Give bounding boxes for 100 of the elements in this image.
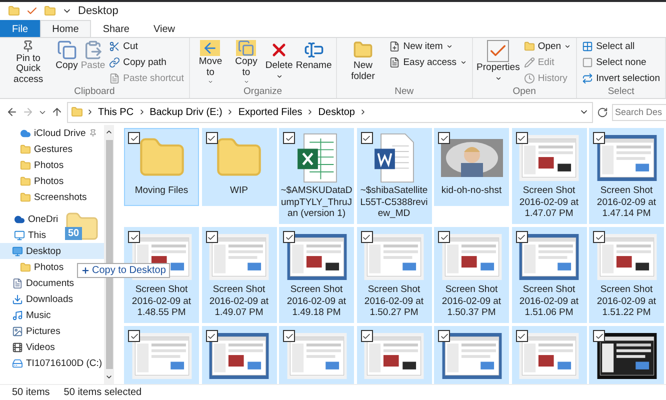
checkbox[interactable] — [128, 330, 140, 342]
checkbox[interactable] — [438, 132, 450, 144]
properties-icon[interactable] — [26, 5, 38, 17]
file-tile[interactable] — [124, 326, 199, 384]
nav-item[interactable]: Screenshots — [0, 189, 90, 205]
pin-icon — [88, 129, 97, 137]
ribbon-button[interactable]: Delete — [264, 39, 294, 86]
ribbon-button[interactable]: Select all — [580, 39, 662, 54]
search-field[interactable]: Search Des — [612, 104, 666, 120]
ribbon-button[interactable]: New folder — [340, 39, 386, 86]
file-tile[interactable]: Screen Shot 2016-02-09 at 1.49.07 PM — [202, 227, 276, 322]
status-text: 50 items selected — [64, 387, 142, 398]
refresh-button[interactable] — [597, 106, 608, 118]
file-tile[interactable] — [356, 326, 432, 384]
nav-item[interactable]: OneDri — [0, 211, 62, 227]
checkbox[interactable] — [128, 132, 140, 144]
address-bar[interactable]: This PC Backup Driv (E:) Exported Files Desktop — [67, 102, 593, 122]
ribbon-button[interactable]: Open — [522, 39, 574, 54]
checkbox[interactable] — [360, 132, 372, 144]
file-tile[interactable]: Screen Shot 2016-02-09 at 1.50.37 PM — [434, 227, 509, 322]
ribbon-button[interactable]: Rename — [294, 39, 333, 86]
nav-item[interactable]: Music — [0, 307, 54, 323]
chevron-icon — [86, 108, 94, 116]
ribbon-button[interactable]: Move to — [192, 39, 228, 86]
nav-item[interactable]: This — [0, 227, 49, 243]
checkmark-icon — [130, 134, 138, 142]
cloud-icon — [14, 214, 25, 224]
file-tile[interactable]: Screen Shot 2016-02-09 at 1.50.27 PM — [356, 227, 432, 322]
checkbox[interactable] — [128, 231, 140, 243]
file-tile[interactable]: Screen Shot 2016-02-09 at 1.51.22 PM — [589, 227, 664, 322]
checkmark-icon — [130, 332, 138, 340]
nav-item[interactable]: Photos — [0, 157, 67, 173]
ribbon-tab[interactable]: Home — [40, 20, 91, 37]
folder-icon — [20, 192, 31, 202]
nav-item[interactable]: iCloud Drive — [0, 125, 100, 141]
folder-icon — [71, 106, 83, 118]
file-tile[interactable]: Moving Files — [124, 128, 199, 206]
ribbon-button[interactable]: Cut — [107, 39, 186, 54]
folder-icon — [20, 176, 31, 186]
checkbox[interactable] — [438, 231, 450, 243]
file-tile[interactable] — [434, 326, 509, 384]
breadcrumb[interactable]: Backup Driv (E:) — [148, 106, 224, 118]
file-tile[interactable] — [279, 326, 354, 384]
download-icon — [12, 294, 23, 304]
checkmark-icon — [594, 134, 604, 142]
file-tile[interactable]: WIP — [202, 128, 276, 206]
up-button[interactable] — [51, 106, 63, 118]
film-icon — [12, 342, 23, 352]
checkmark-icon — [362, 134, 371, 142]
checkbox[interactable] — [283, 330, 295, 342]
nav-item[interactable]: Photos — [0, 173, 67, 189]
checkbox[interactable] — [438, 330, 450, 342]
nav-item[interactable]: Documents — [0, 275, 78, 291]
nav-item[interactable]: TI10716100D (C:) — [0, 355, 106, 371]
ribbon-button[interactable]: Invert selection — [580, 71, 662, 86]
checkbox[interactable] — [360, 231, 372, 243]
nav-item[interactable]: Desktop — [0, 243, 104, 259]
ribbon-button[interactable]: Select none — [580, 55, 662, 70]
ribbon-button[interactable]: Easy access — [387, 55, 469, 70]
ribbon-button[interactable]: Pin to Quick access — [3, 39, 54, 86]
breadcrumb[interactable]: Desktop — [317, 106, 356, 118]
file-tile[interactable]: ~$AMSKUDataDumpTYLY_ThruJan (version 1) — [279, 128, 354, 224]
checkbox[interactable] — [593, 231, 605, 243]
checkbox[interactable] — [593, 330, 605, 342]
checkbox[interactable] — [283, 132, 295, 144]
breadcrumb[interactable]: This PC — [97, 106, 135, 118]
ribbon-button[interactable]: Copy path — [107, 55, 186, 70]
file-tile[interactable]: Screen Shot 2016-02-09 at 1.47.14 PM — [589, 128, 664, 224]
file-tile[interactable]: Screen Shot 2016-02-09 at 1.49.18 PM — [279, 227, 354, 322]
file-menu-tab[interactable]: File — [0, 20, 40, 37]
checkbox[interactable] — [593, 132, 605, 144]
file-tile[interactable]: Screen Shot 2016-02-09 at 1.51.06 PM — [512, 227, 586, 322]
ribbon-button[interactable]: Copy to — [229, 39, 264, 86]
ribbon-button[interactable]: Properties — [476, 39, 521, 86]
checkbox[interactable] — [360, 330, 372, 342]
ribbon-tab[interactable]: View — [142, 20, 187, 37]
checkbox[interactable] — [516, 330, 528, 342]
checkbox[interactable] — [283, 231, 295, 243]
ribbon-tab[interactable]: Share — [90, 20, 142, 37]
ribbon-button[interactable]: Copy — [54, 39, 79, 86]
file-tile[interactable] — [589, 326, 664, 384]
checkbox[interactable] — [206, 132, 218, 144]
checkbox[interactable] — [516, 231, 528, 243]
back-button[interactable] — [6, 106, 18, 118]
file-tile[interactable]: Screen Shot 2016-02-09 at 1.47.07 PM — [512, 128, 586, 224]
file-tile[interactable]: kid-oh-no-shst — [434, 128, 509, 206]
nav-item[interactable]: Videos — [0, 339, 58, 355]
checkmark-icon — [440, 232, 448, 242]
file-tile[interactable]: ~$shibaSatelliteL55T-C5388review_MD — [356, 128, 432, 224]
file-tile[interactable] — [512, 326, 586, 384]
breadcrumb[interactable]: Exported Files — [237, 106, 304, 118]
nav-item[interactable]: Photos — [0, 259, 67, 275]
file-tile[interactable] — [202, 326, 276, 384]
nav-item[interactable]: Gestures — [0, 141, 76, 157]
nav-item[interactable]: Pictures — [0, 323, 64, 339]
checkbox[interactable] — [206, 231, 218, 243]
ribbon-button[interactable]: New item — [387, 39, 469, 54]
nav-item[interactable]: Downloads — [0, 291, 76, 307]
checkbox[interactable] — [516, 132, 528, 144]
checkbox[interactable] — [206, 330, 218, 342]
